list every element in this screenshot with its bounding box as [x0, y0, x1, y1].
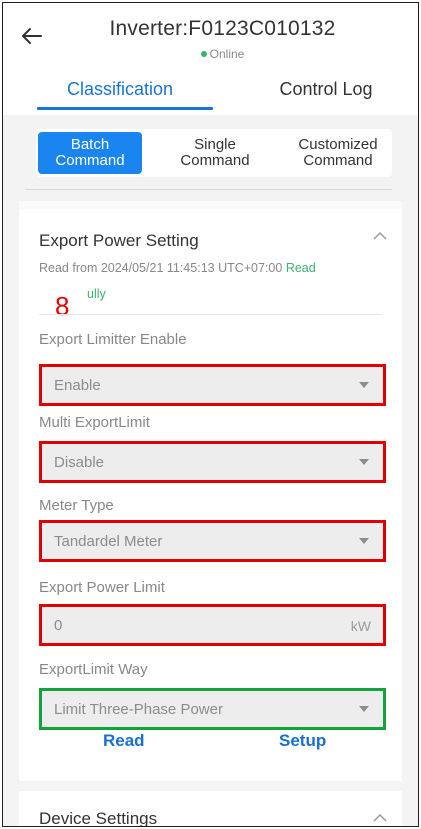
select-value: Tandardel Meter: [54, 532, 163, 550]
batch-command-button[interactable]: Batch Command: [38, 132, 142, 174]
export-power-limit-label: Export Power Limit: [39, 579, 165, 596]
online-status-text: Online: [209, 47, 245, 61]
read-status-text: Read: [285, 261, 316, 275]
dropdown-caret-icon: [359, 382, 369, 388]
app-frame: Inverter:F0123C010132 Online Classificat…: [2, 2, 419, 827]
dropdown-caret-icon: [359, 459, 369, 465]
dropdown-caret-icon: [359, 538, 369, 544]
annotation-number: 8: [55, 291, 70, 321]
exportlimit-way-select[interactable]: Limit Three-Phase Power: [39, 688, 386, 730]
export-power-limit-input[interactable]: 0 kW: [39, 604, 386, 646]
section-title: Export Power Setting: [39, 231, 199, 250]
single-command-button[interactable]: Single Command: [162, 129, 268, 177]
multi-exportlimit-label: Multi ExportLimit: [39, 414, 150, 431]
exportlimit-way-label: ExportLimit Way: [39, 661, 148, 678]
read-button[interactable]: Read: [103, 731, 145, 751]
section-title: Device Settings: [39, 809, 158, 827]
unit-label: kW: [350, 618, 371, 634]
online-status: Online: [3, 47, 418, 61]
chevron-up-icon[interactable]: [372, 813, 388, 823]
export-limitter-enable-select[interactable]: Enable: [39, 364, 386, 406]
device-settings-card[interactable]: Device Settings: [19, 791, 402, 827]
tab-bar: Classification Control Log: [3, 75, 418, 111]
setup-button[interactable]: Setup: [279, 731, 326, 751]
select-value: Limit Three-Phase Power: [54, 700, 223, 718]
input-value: 0: [54, 616, 63, 634]
multi-exportlimit-select[interactable]: Disable: [39, 441, 386, 483]
export-power-setting-card: Export Power Setting Read from 2024/05/2…: [19, 201, 402, 781]
customized-command-button[interactable]: Customized Command: [284, 129, 392, 177]
content-area: Export Power Setting Read from 2024/05/2…: [3, 201, 418, 827]
read-status-continued: ully: [87, 287, 106, 301]
online-dot-icon: [200, 51, 207, 57]
header: Inverter:F0123C010132 Online Classificat…: [3, 3, 418, 115]
chevron-up-icon[interactable]: [372, 231, 388, 241]
select-value: Enable: [54, 376, 101, 394]
divider: [25, 189, 392, 190]
meter-type-select[interactable]: Tandardel Meter: [39, 520, 386, 562]
read-timestamp-text: Read from 2024/05/21 11:45:13 UTC+07:00: [39, 261, 283, 275]
select-value: Disable: [54, 453, 105, 471]
tab-classification[interactable]: Classification: [25, 79, 215, 100]
action-row: Read Setup: [19, 731, 402, 761]
divider: [39, 314, 382, 315]
command-segmented-control: Batch Command Single Command Customized …: [36, 129, 392, 177]
page-title: Inverter:F0123C010132: [109, 17, 336, 40]
command-area: Batch Command Single Command Customized …: [3, 115, 418, 201]
export-limitter-enable-label: Export Limitter Enable: [39, 331, 187, 348]
card-top-strip: [19, 201, 402, 209]
read-timestamp: Read from 2024/05/21 11:45:13 UTC+07:00 …: [39, 261, 316, 275]
tab-control-log[interactable]: Control Log: [231, 79, 418, 100]
meter-type-label: Meter Type: [39, 497, 114, 514]
dropdown-caret-icon: [359, 706, 369, 712]
active-tab-indicator: [37, 107, 213, 110]
